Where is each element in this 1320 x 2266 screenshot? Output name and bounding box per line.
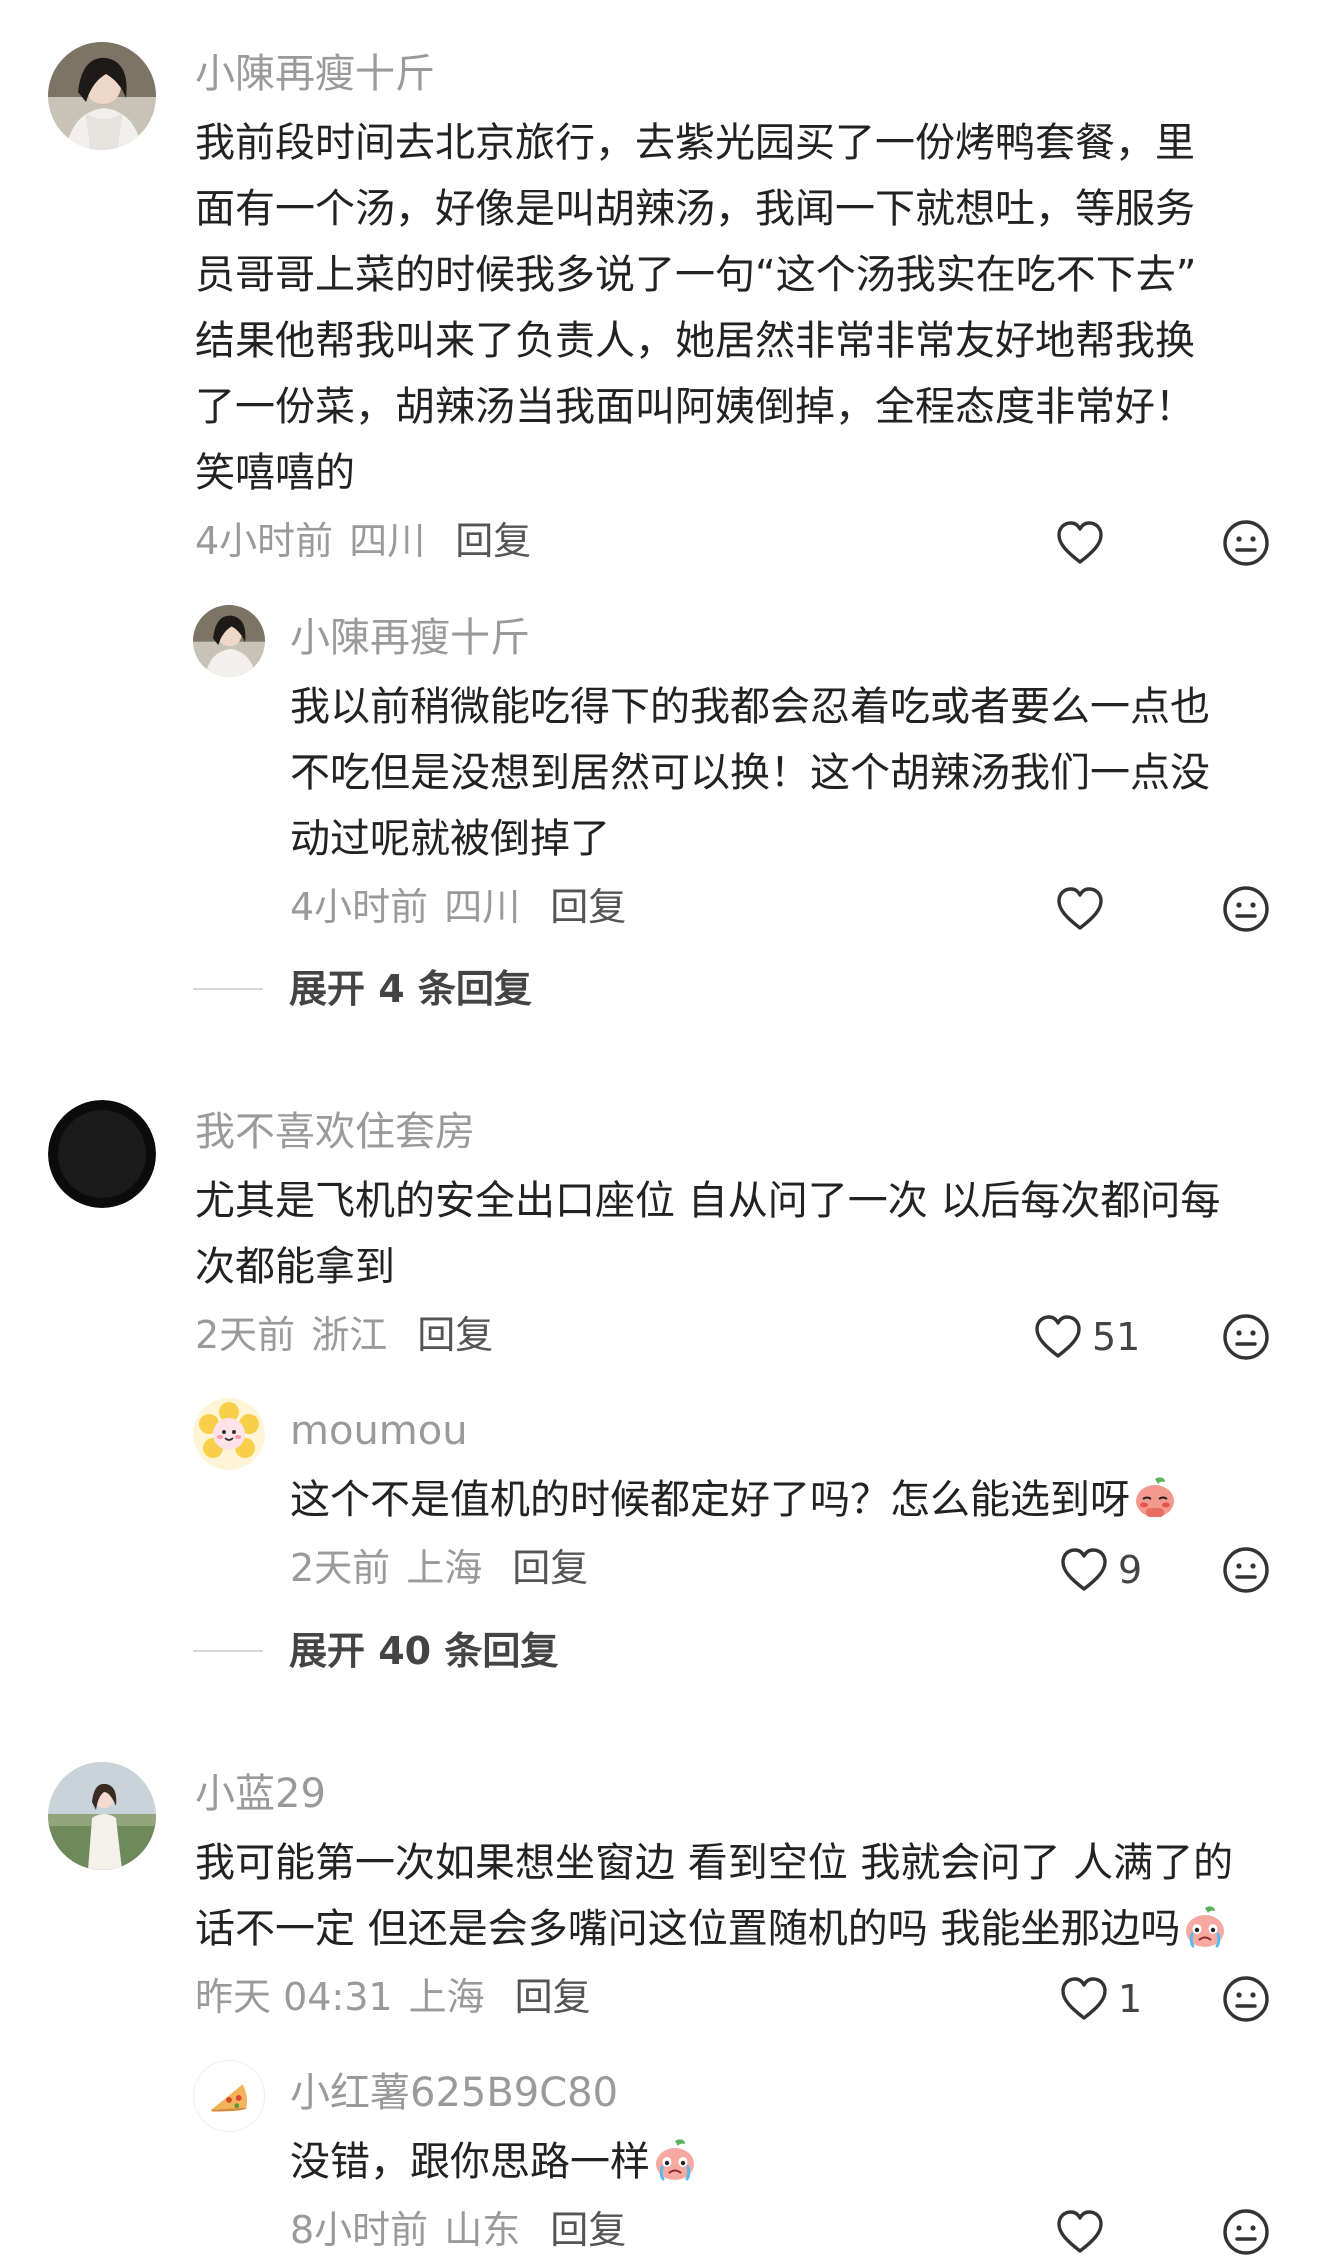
- comment-author[interactable]: 小陳再瘦十斤: [195, 50, 435, 98]
- comment-text-line: 我可能第一次如果想坐窗边 看到空位 我就会问了 人满了的: [195, 1840, 1234, 1886]
- avatar[interactable]: [48, 1762, 156, 1870]
- comment-time: 4小时前: [195, 519, 334, 563]
- avatar[interactable]: [193, 605, 265, 677]
- like-button[interactable]: 1: [1058, 1973, 1142, 2025]
- heart-icon: [1054, 883, 1106, 935]
- reply-time: 8小时前: [290, 2208, 429, 2252]
- reply-author[interactable]: 小陳再瘦十斤: [290, 614, 530, 662]
- heart-icon: [1054, 2206, 1106, 2258]
- avatar[interactable]: [193, 2060, 265, 2132]
- reply-text: 这个不是值机的时候都定好了吗？怎么能选到呀: [290, 1477, 1130, 1523]
- comment-location: 上海: [408, 1975, 485, 2019]
- comment-location: 浙江: [311, 1313, 388, 1357]
- comment-text-line: 话不一定 但还是会多嘴问这位置随机的吗 我能坐那边吗: [195, 1896, 1228, 1962]
- reply-button[interactable]: 回复: [512, 1546, 588, 1590]
- meh-face-icon: [1220, 1973, 1272, 2025]
- reply-text-line: 我以前稍微能吃得下的我都会忍着吃或者要么一点也: [290, 684, 1210, 730]
- reply-button[interactable]: 回复: [515, 1975, 591, 2019]
- reply-button[interactable]: 回复: [417, 1313, 493, 1357]
- dislike-button[interactable]: [1220, 883, 1272, 935]
- reply-button[interactable]: 回复: [550, 2208, 626, 2252]
- reply-meta: 2天前 上海 回复: [290, 1545, 588, 1591]
- reply-time: 2天前: [290, 1546, 391, 1590]
- comment-text-line: 尤其是飞机的安全出口座位 自从问了一次 以后每次都问每: [195, 1178, 1221, 1224]
- reply-author[interactable]: 小红薯625B9C80: [290, 2069, 618, 2117]
- reply-time: 4小时前: [290, 885, 429, 929]
- divider: [193, 988, 263, 990]
- comment-text-line: 面有一个汤，好像是叫胡辣汤，我闻一下就想吐，等服务: [195, 186, 1195, 232]
- reply-text: 没错，跟你思路一样: [290, 2139, 650, 2185]
- reply-text-line: 不吃但是没想到居然可以换！这个胡辣汤我们一点没: [290, 750, 1210, 796]
- comment-text-line: 次都能拿到: [195, 1244, 395, 1290]
- avatar[interactable]: [193, 1398, 265, 1470]
- comment-meta: 2天前 浙江 回复: [195, 1312, 493, 1358]
- like-button[interactable]: [1054, 2206, 1114, 2258]
- crying-face-emoji-icon: [652, 2137, 698, 2183]
- like-count: 9: [1118, 1548, 1143, 1592]
- dislike-button[interactable]: [1220, 1973, 1272, 2025]
- reply-button[interactable]: 回复: [455, 519, 531, 563]
- dislike-button[interactable]: [1220, 1544, 1272, 1596]
- meh-face-icon: [1220, 883, 1272, 935]
- heart-icon: [1054, 517, 1106, 569]
- reply-text-line: 没错，跟你思路一样: [290, 2129, 698, 2195]
- like-button[interactable]: 9: [1058, 1544, 1142, 1596]
- comment-text-line: 员哥哥上菜的时候我多说了一句“这个汤我实在吃不下去”: [195, 252, 1197, 298]
- reply-text-line: 动过呢就被倒掉了: [290, 816, 610, 862]
- comment-text-line: 了一份菜，胡辣汤当我面叫阿姨倒掉，全程态度非常好！: [195, 384, 1195, 430]
- crying-face-emoji-icon: [1182, 1904, 1228, 1950]
- comment-meta: 昨天 04:31 上海 回复: [195, 1974, 591, 2020]
- expand-replies-label: 展开 40 条回复: [289, 1629, 559, 1673]
- like-count: 1: [1118, 1977, 1143, 2021]
- comment-time: 2天前: [195, 1313, 296, 1357]
- like-button[interactable]: [1054, 517, 1114, 569]
- heart-icon: [1032, 1311, 1084, 1363]
- comment-location: 四川: [349, 519, 426, 563]
- reply-button[interactable]: 回复: [550, 885, 626, 929]
- comment-author[interactable]: 我不喜欢住套房: [195, 1108, 475, 1156]
- comment-text: 话不一定 但还是会多嘴问这位置随机的吗 我能坐那边吗: [195, 1906, 1181, 1952]
- expand-replies[interactable]: 展开 4 条回复: [193, 966, 532, 1012]
- meh-face-icon: [1220, 517, 1272, 569]
- comment-author[interactable]: 小蓝29: [195, 1770, 326, 1818]
- expand-replies[interactable]: 展开 40 条回复: [193, 1628, 558, 1674]
- dislike-button[interactable]: [1220, 517, 1272, 569]
- reply-meta: 8小时前 山东 回复: [290, 2207, 626, 2253]
- reply-text-line: 这个不是值机的时候都定好了吗？怎么能选到呀: [290, 1467, 1178, 1533]
- like-button[interactable]: [1054, 883, 1114, 935]
- avatar[interactable]: [48, 42, 156, 150]
- comment-text-line: 我前段时间去北京旅行，去紫光园买了一份烤鸭套餐，里: [195, 120, 1195, 166]
- meh-face-icon: [1220, 2206, 1272, 2258]
- dislike-button[interactable]: [1220, 1311, 1272, 1363]
- like-count: 51: [1092, 1315, 1141, 1359]
- comment-text-line: 笑嘻嘻的: [195, 450, 355, 496]
- expand-replies-label: 展开 4 条回复: [289, 967, 532, 1011]
- reply-location: 上海: [406, 1546, 483, 1590]
- heart-icon: [1058, 1973, 1110, 2025]
- avatar[interactable]: [48, 1100, 156, 1208]
- dislike-button[interactable]: [1220, 2206, 1272, 2258]
- heart-icon: [1058, 1544, 1110, 1596]
- meh-face-icon: [1220, 1544, 1272, 1596]
- shy-face-emoji-icon: [1132, 1475, 1178, 1521]
- comment-meta: 4小时前 四川 回复: [195, 518, 531, 564]
- reply-author[interactable]: moumou: [290, 1407, 468, 1455]
- divider: [193, 1650, 263, 1652]
- reply-meta: 4小时前 四川 回复: [290, 884, 626, 930]
- like-button[interactable]: 51: [1032, 1311, 1140, 1363]
- reply-location: 山东: [444, 2208, 521, 2252]
- comment-time: 昨天 04:31: [195, 1975, 393, 2019]
- reply-location: 四川: [444, 885, 521, 929]
- comment-text-line: 结果他帮我叫来了负责人，她居然非常非常友好地帮我换: [195, 318, 1195, 364]
- meh-face-icon: [1220, 1311, 1272, 1363]
